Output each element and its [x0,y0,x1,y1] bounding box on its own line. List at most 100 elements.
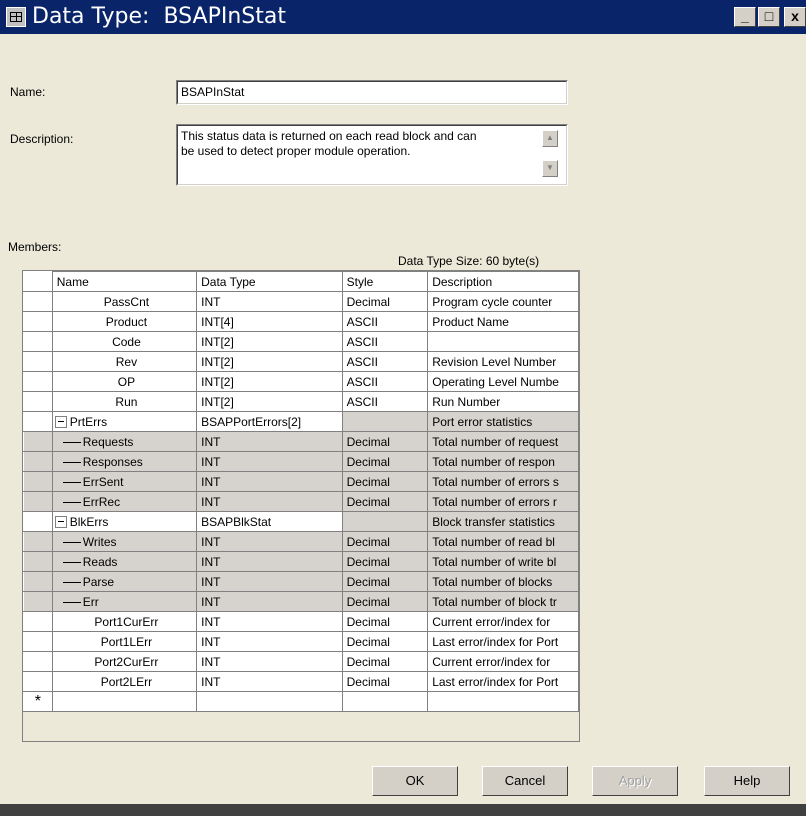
member-name[interactable]: ErrRec [51,491,198,512]
member-name[interactable]: ErrSent [51,471,198,492]
member-description[interactable]: Block transfer statistics [427,511,579,532]
member-name[interactable]: Port2CurErr [51,651,198,672]
minimize-button[interactable]: _ [734,7,756,27]
table-row[interactable]: Responses INT Decimal Total number of respo… [23,451,579,472]
table-row[interactable]: Port2LErr INT Decimal Last error/index for … [23,671,579,692]
member-description[interactable]: Operating Level Numbe [427,371,579,392]
member-style[interactable]: ASCII [341,331,429,352]
new-row[interactable]: * [23,691,579,712]
member-style[interactable] [341,411,429,432]
member-name[interactable]: Port1LErr [51,631,198,652]
member-data-type[interactable]: BSAPPortErrors[2] [196,411,343,432]
member-data-type[interactable]: INT [196,571,343,592]
member-description[interactable]: Total number of block tr [427,591,579,612]
member-style[interactable]: Decimal [341,431,429,452]
empty-cell[interactable] [196,691,343,712]
table-row[interactable]: BlkErrs BSAPBlkStat Block transfer statist… [23,511,579,532]
table-row[interactable]: ErrRec INT Decimal Total number of errors r [23,491,579,512]
member-style[interactable]: Decimal [341,671,429,692]
member-data-type[interactable]: INT [196,651,343,672]
member-data-type[interactable]: INT [196,491,343,512]
table-row[interactable]: Parse INT Decimal Total number of blocks [23,571,579,592]
column-header[interactable]: Data Type [196,271,343,292]
table-row[interactable]: Port2CurErr INT Decimal Current error/index… [23,651,579,672]
member-style[interactable]: ASCII [341,391,429,412]
row-selector[interactable] [23,471,53,492]
member-style[interactable]: ASCII [341,371,429,392]
member-data-type[interactable]: INT [196,611,343,632]
member-style[interactable]: Decimal [341,631,429,652]
member-name[interactable]: Rev [51,351,198,372]
member-description[interactable]: Port error statistics [427,411,579,432]
member-style[interactable]: ASCII [341,351,429,372]
row-selector[interactable] [23,551,53,572]
row-selector[interactable] [23,371,53,392]
new-row-marker[interactable]: * [23,691,53,712]
member-style[interactable]: Decimal [341,651,429,672]
member-data-type[interactable]: BSAPBlkStat [196,511,343,532]
member-data-type[interactable]: INT [196,531,343,552]
member-description[interactable]: Total number of respon [427,451,579,472]
member-name[interactable]: Requests [51,431,198,452]
row-selector[interactable] [23,491,53,512]
help-button[interactable]: Help [704,766,790,796]
member-description[interactable]: Product Name [427,311,579,332]
member-name[interactable]: Run [51,391,198,412]
table-row[interactable]: Requests INT Decimal Total number of reques… [23,431,579,452]
row-selector[interactable] [23,511,53,532]
member-name[interactable]: Responses [51,451,198,472]
member-name[interactable]: Writes [51,531,198,552]
table-row[interactable]: Writes INT Decimal Total number of read bl [23,531,579,552]
column-header[interactable]: Style [341,271,429,292]
row-selector[interactable] [23,531,53,552]
member-data-type[interactable]: INT[2] [196,331,343,352]
member-style[interactable]: Decimal [341,591,429,612]
ok-button[interactable]: OK [372,766,458,796]
empty-cell[interactable] [51,691,198,712]
table-row[interactable]: PassCnt INT Decimal Program cycle counter [23,291,579,312]
members-grid[interactable]: Name Data Type Style Description PassCnt INT D… [22,270,580,742]
close-button[interactable]: x [784,7,806,27]
row-selector[interactable] [23,351,53,372]
member-name[interactable]: Reads [51,551,198,572]
table-row[interactable]: OP INT[2] ASCII Operating Level Numbe [23,371,579,392]
scroll-down-icon[interactable]: ▼ [542,160,558,177]
member-style[interactable] [341,511,429,532]
member-data-type[interactable]: INT[4] [196,311,343,332]
scroll-up-icon[interactable]: ▲ [542,130,558,147]
member-description[interactable]: Total number of write bl [427,551,579,572]
member-data-type[interactable]: INT [196,551,343,572]
member-style[interactable]: Decimal [341,291,429,312]
column-header[interactable]: Name [51,271,198,292]
member-name[interactable]: Parse [51,571,198,592]
row-selector[interactable] [23,611,53,632]
member-data-type[interactable]: INT [196,471,343,492]
description-field[interactable]: This status data is returned on each rea… [176,124,568,186]
member-name[interactable]: OP [51,371,198,392]
member-description[interactable]: Total number of read bl [427,531,579,552]
table-row[interactable]: Product INT[4] ASCII Product Name [23,311,579,332]
row-selector[interactable] [23,411,53,432]
member-data-type[interactable]: INT [196,671,343,692]
row-selector[interactable] [23,391,53,412]
row-selector[interactable] [23,631,53,652]
cancel-button[interactable]: Cancel [482,766,568,796]
member-description[interactable]: Revision Level Number [427,351,579,372]
collapse-icon[interactable] [54,416,67,429]
member-description[interactable]: Program cycle counter [427,291,579,312]
member-style[interactable]: Decimal [341,571,429,592]
column-header[interactable]: Description [427,271,579,292]
table-row[interactable]: ErrSent INT Decimal Total number of errors … [23,471,579,492]
member-description[interactable]: Last error/index for Port [427,631,579,652]
row-selector[interactable] [23,431,53,452]
maximize-button[interactable]: □ [758,7,780,27]
table-row[interactable]: Port1CurErr INT Decimal Current error/index… [23,611,579,632]
member-description[interactable]: Current error/index for [427,611,579,632]
member-style[interactable]: Decimal [341,551,429,572]
collapse-icon[interactable] [54,516,67,529]
member-description[interactable] [427,331,579,352]
member-style[interactable]: Decimal [341,611,429,632]
empty-cell[interactable] [427,691,579,712]
table-row[interactable]: Code INT[2] ASCII [23,331,579,352]
name-field[interactable]: BSAPInStat [176,80,568,105]
